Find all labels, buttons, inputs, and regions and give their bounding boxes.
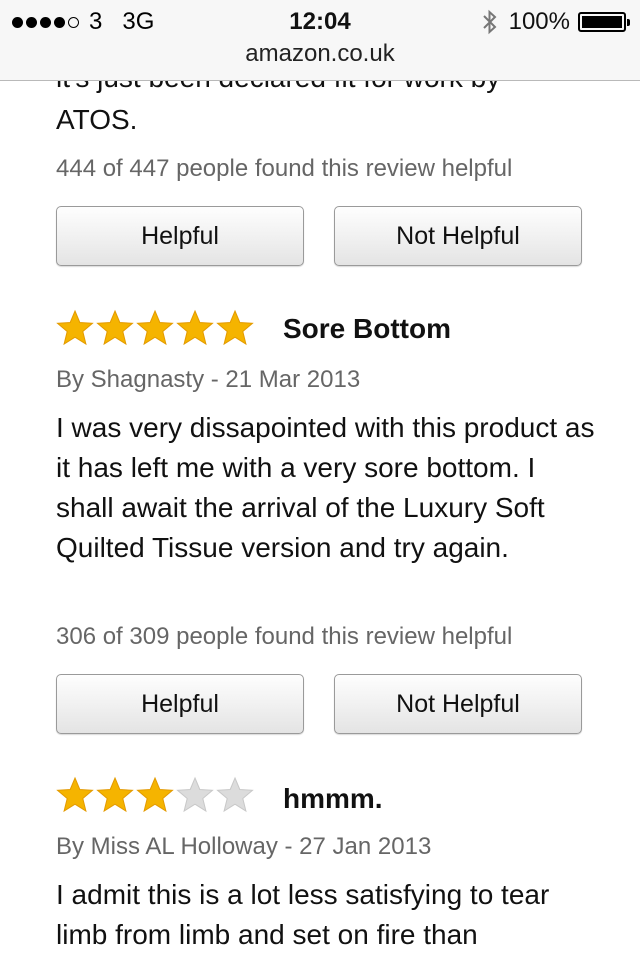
helpful-button[interactable]: Helpful: [56, 206, 304, 266]
star-filled-icon: [56, 309, 94, 346]
not-helpful-button[interactable]: Not Helpful: [334, 674, 582, 734]
previous-review-text: ATOS.: [56, 104, 138, 135]
star-empty-icon: [176, 776, 214, 813]
status-bar: 3 3G 12:04 100% amazon.co.uk: [0, 0, 640, 81]
review-byline: By Shagnasty - 21 Mar 2013: [56, 366, 361, 393]
review-body: I admit this is a lot less satisfying to…: [56, 879, 550, 950]
helpful-button[interactable]: Helpful: [56, 674, 304, 734]
bluetooth-icon: [482, 9, 497, 35]
status-right: 100%: [481, 8, 630, 36]
star-filled-icon: [176, 309, 214, 346]
star-filled-icon: [96, 309, 134, 346]
battery-percent: 100%: [508, 8, 570, 35]
star-filled-icon: [96, 776, 134, 813]
review-byline: By Miss AL Holloway - 27 Jan 2013: [56, 833, 432, 860]
helpful-count: 444 of 447 people found this review help…: [56, 155, 513, 182]
battery-icon: [578, 12, 630, 32]
address-bar[interactable]: amazon.co.uk: [0, 40, 640, 68]
star-filled-icon: [136, 309, 174, 346]
star-rating: [56, 309, 254, 347]
not-helpful-button[interactable]: Not Helpful: [334, 206, 582, 266]
star-filled-icon: [136, 776, 174, 813]
review-body: I was very dissapointed with this produc…: [56, 412, 595, 563]
review-title: Sore Bottom: [283, 313, 451, 344]
star-rating: [56, 776, 254, 814]
review-title: hmmm.: [283, 783, 383, 814]
star-empty-icon: [216, 776, 254, 813]
star-filled-icon: [216, 309, 254, 346]
helpful-count: 306 of 309 people found this review help…: [56, 623, 513, 650]
star-filled-icon: [56, 776, 94, 813]
